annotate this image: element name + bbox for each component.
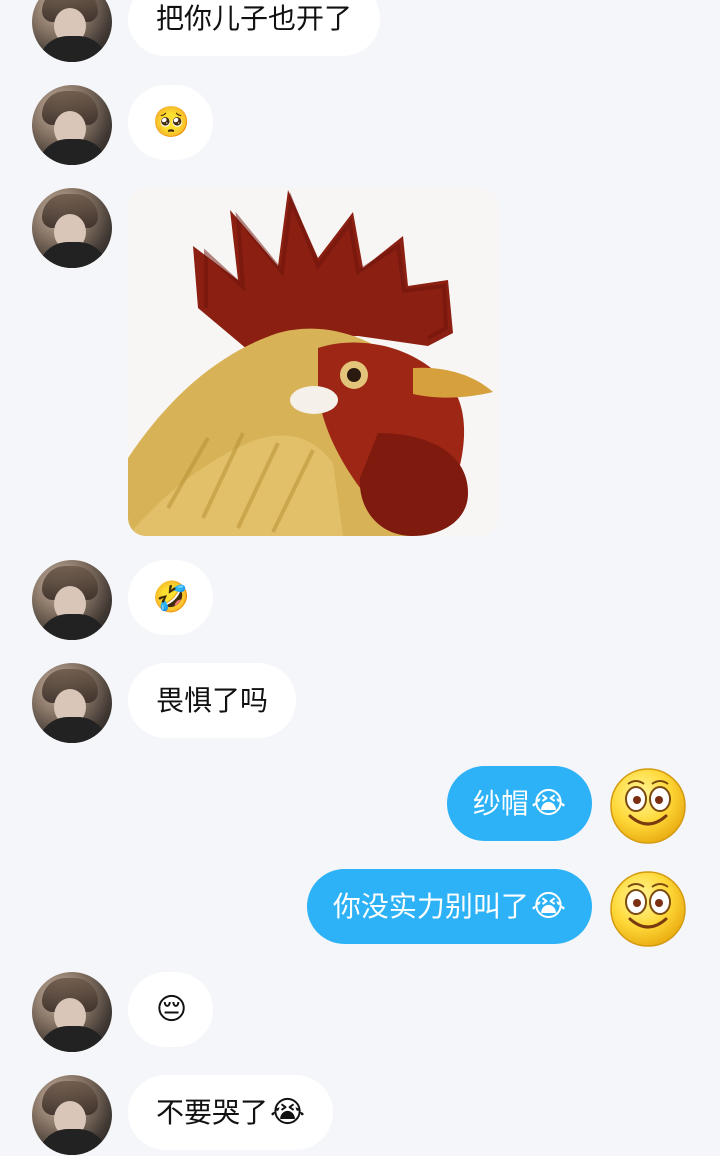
smiley-face-avatar-icon[interactable] xyxy=(608,869,688,949)
message-bubble-right[interactable]: 你没实力别叫了 😭 xyxy=(306,869,592,944)
rooster-image[interactable] xyxy=(128,188,498,536)
contact-avatar[interactable] xyxy=(32,85,112,165)
message-bubble-left[interactable]: 畏惧了吗 xyxy=(128,663,297,738)
contact-avatar[interactable] xyxy=(32,560,112,640)
smiley-face-avatar-icon[interactable] xyxy=(608,766,688,846)
crying-face-emoji: 😭 xyxy=(530,888,566,924)
message-bubble-left[interactable]: 🤣 xyxy=(128,560,213,635)
avatar-body xyxy=(38,242,108,268)
avatar-body xyxy=(38,139,108,165)
message-text: 畏惧了吗 xyxy=(156,683,269,717)
contact-avatar[interactable] xyxy=(32,1075,112,1155)
crying-face-emoji: 😭 xyxy=(530,785,566,821)
avatar-body xyxy=(38,1026,108,1052)
contact-avatar[interactable] xyxy=(32,188,112,268)
avatar-body xyxy=(38,614,108,640)
rooster-photo xyxy=(128,188,498,536)
smiley-face-icon xyxy=(610,871,686,947)
rolling-laughing-emoji: 🤣 xyxy=(152,579,191,615)
contact-avatar[interactable] xyxy=(32,972,112,1052)
message-bubble-left[interactable]: 🥺 xyxy=(128,85,213,160)
smiley-face-icon xyxy=(610,768,686,844)
pleading-face-emoji: 🥺 xyxy=(152,104,191,140)
message-text: 你没实力别叫了 xyxy=(332,889,529,923)
avatar-body xyxy=(38,1129,108,1155)
message-text: 纱帽 xyxy=(472,786,529,820)
message-text: 把你儿子也开了 xyxy=(156,2,353,35)
avatar-body xyxy=(38,717,108,743)
avatar-body xyxy=(38,36,108,62)
contact-avatar[interactable] xyxy=(32,663,112,743)
crying-face-emoji: 😭 xyxy=(270,1094,306,1130)
message-bubble-left[interactable]: 不要哭了 😭 xyxy=(128,1075,334,1150)
contact-avatar[interactable] xyxy=(32,0,112,62)
message-bubble-left[interactable]: 😔 xyxy=(128,972,213,1047)
message-bubble-left[interactable]: 把你儿子也开了 xyxy=(128,0,381,56)
message-text: 不要哭了 xyxy=(156,1095,269,1129)
pensive-face-emoji: 😔 xyxy=(155,991,188,1027)
message-bubble-right[interactable]: 纱帽 😭 xyxy=(446,766,592,841)
